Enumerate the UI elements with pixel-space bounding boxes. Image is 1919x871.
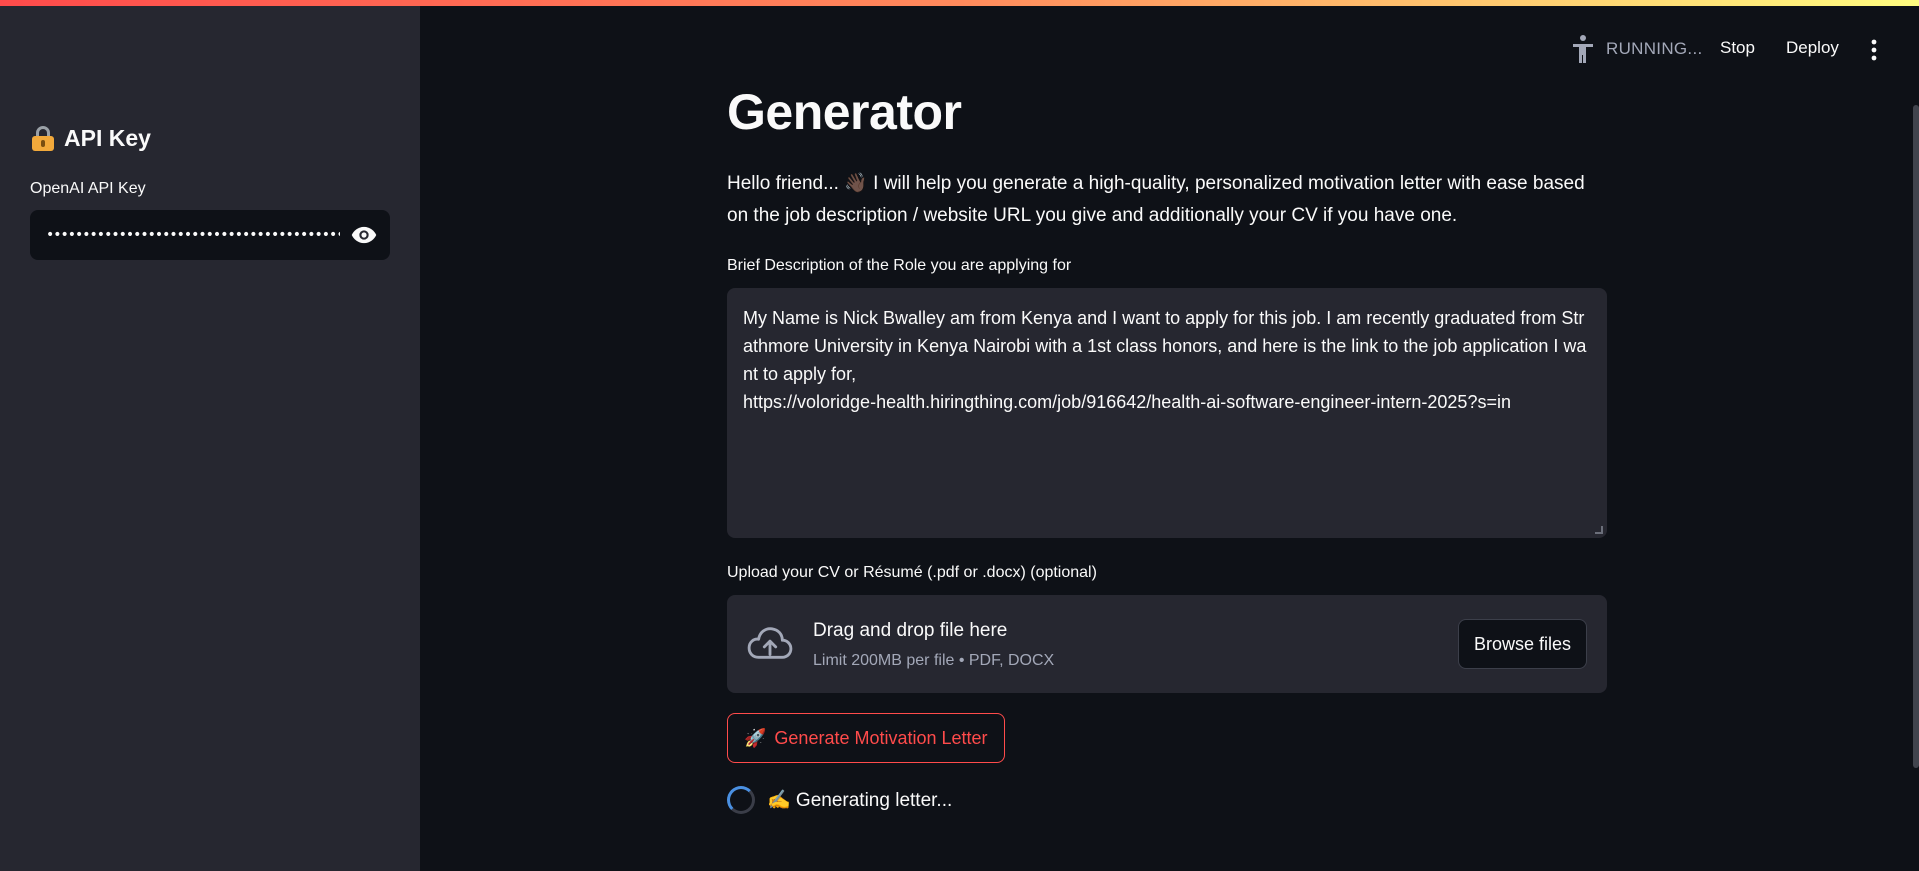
loading-spinner-icon — [727, 786, 755, 814]
rocket-icon: 🚀 — [744, 727, 767, 748]
role-description-textarea[interactable] — [743, 304, 1591, 522]
resize-handle-icon[interactable] — [1595, 526, 1603, 534]
api-key-input[interactable] — [46, 227, 340, 243]
role-description-container — [727, 288, 1607, 538]
file-dropzone[interactable]: Drag and drop file here Limit 200MB per … — [727, 595, 1607, 693]
sidebar: API Key OpenAI API Key — [0, 0, 420, 871]
cloud-upload-icon — [747, 627, 793, 659]
generate-letter-label: Generate Motivation Letter — [774, 727, 988, 748]
sidebar-heading-text: API Key — [64, 124, 151, 151]
drop-title: Drag and drop file here — [813, 620, 1008, 641]
api-key-field-container — [30, 210, 390, 260]
sidebar-heading: API Key — [30, 124, 151, 152]
show-password-eye-icon[interactable] — [350, 221, 378, 249]
intro-text: Hello friend... 👋🏿 I will help you gener… — [727, 173, 1585, 226]
running-figure-icon — [1573, 35, 1593, 63]
running-status-text: RUNNING... — [1606, 39, 1703, 58]
scrollbar[interactable] — [1913, 105, 1919, 768]
upload-label: Upload your CV or Résumé (.pdf or .docx)… — [727, 564, 1097, 581]
main-menu-icon[interactable] — [1864, 38, 1884, 62]
lock-with-key-icon — [30, 124, 56, 152]
stop-button[interactable]: Stop — [1720, 38, 1755, 58]
browse-files-button[interactable]: Browse files — [1457, 619, 1587, 669]
running-status: RUNNING... — [1570, 34, 1703, 64]
role-description-label: Brief Description of the Role you are ap… — [727, 257, 1072, 274]
page-title: Generator — [727, 84, 962, 140]
generate-letter-button[interactable]: 🚀 Generate Motivation Letter — [727, 713, 1005, 763]
top-decoration-bar — [0, 0, 1919, 6]
generating-status: ✍️ Generating letter... — [727, 786, 952, 814]
generating-status-text: ✍️ Generating letter... — [767, 790, 953, 811]
drop-limit-text: Limit 200MB per file • PDF, DOCX — [813, 652, 1055, 669]
api-key-label: OpenAI API Key — [30, 180, 146, 197]
deploy-button[interactable]: Deploy — [1786, 38, 1839, 58]
